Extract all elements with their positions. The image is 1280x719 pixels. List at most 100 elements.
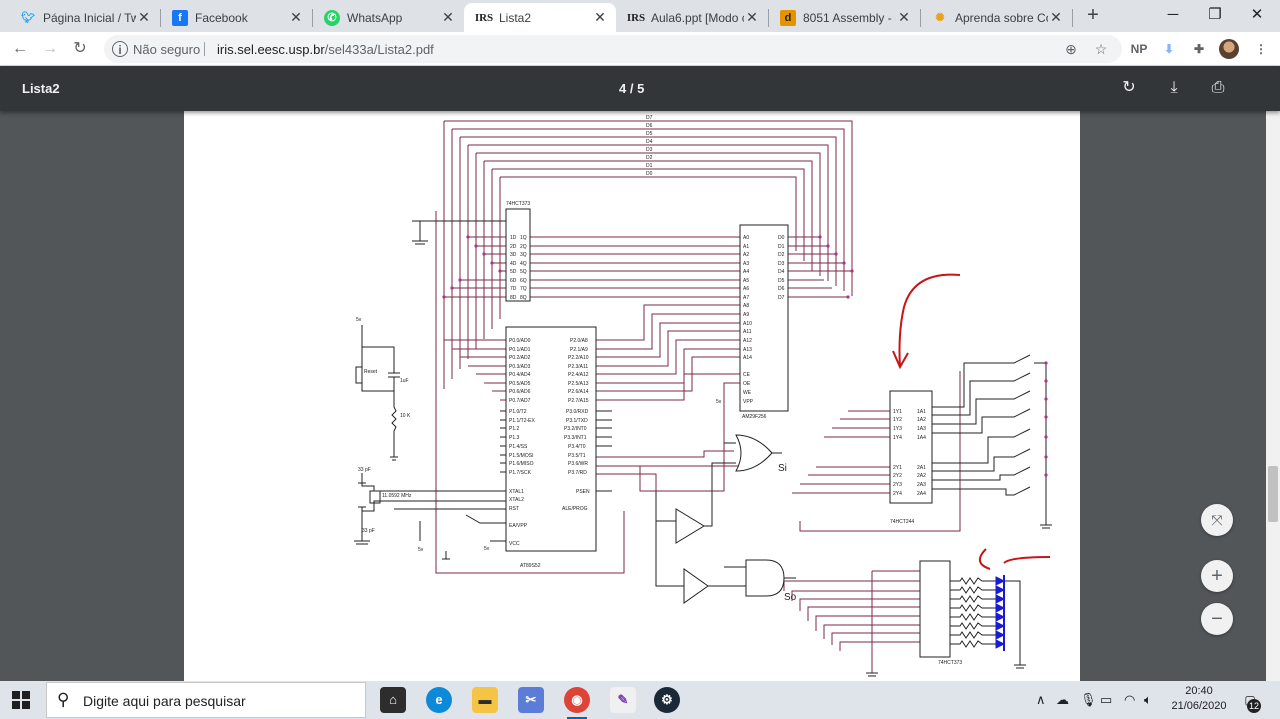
bus-labels: D7 D6 D5 D4 D3 D2 D1 D0 xyxy=(646,115,653,177)
not-secure-label: Não seguro xyxy=(133,42,201,57)
close-icon[interactable]: ✕ xyxy=(136,9,152,26)
close-icon[interactable]: ✕ xyxy=(744,9,760,26)
tab-facebook[interactable]: f Facebook ✕ xyxy=(160,3,312,32)
pin-label: P2.0/A8 xyxy=(570,338,588,344)
edge-icon[interactable]: e xyxy=(426,687,452,713)
pin-label: A9 xyxy=(743,312,749,318)
profile-avatar[interactable] xyxy=(1219,39,1239,59)
pin-label: D7 xyxy=(778,295,785,301)
cloud-icon[interactable]: ☁ xyxy=(1056,692,1069,708)
download-extension-icon[interactable]: ⬇ xyxy=(1158,38,1180,60)
pin-label: A12 xyxy=(743,338,752,344)
res-label: 10 K xyxy=(400,413,411,419)
pin-label: P3.1/TXD xyxy=(566,418,588,424)
pin-label: 2Y4 xyxy=(893,491,902,497)
maximize-button[interactable]: ❐ xyxy=(1192,0,1238,30)
close-icon[interactable]: ✕ xyxy=(896,9,912,26)
pin-label: 1Y3 xyxy=(893,426,902,432)
bus-label: D2 xyxy=(646,155,653,161)
print-icon[interactable]: ⎙ xyxy=(1208,78,1228,98)
input-switches xyxy=(932,354,1047,496)
zoom-out-button[interactable]: − xyxy=(1201,603,1233,635)
menu-kebab-icon[interactable]: ⋮ xyxy=(1250,38,1272,60)
wifi-icon[interactable]: ◠ xyxy=(1124,692,1135,708)
close-icon[interactable]: ✕ xyxy=(440,9,456,26)
battery-icon[interactable]: ▭ xyxy=(1100,692,1112,708)
bus-label: D5 xyxy=(646,131,653,137)
steam-icon[interactable]: ⚙ xyxy=(654,687,680,713)
pin-label: P1.0/T2 xyxy=(509,409,527,415)
np-extension-icon[interactable]: NP xyxy=(1128,38,1150,60)
close-icon[interactable]: ✕ xyxy=(288,9,304,26)
pin-label: P2.3/A11 xyxy=(568,364,588,370)
pin-label: A10 xyxy=(743,321,752,327)
and-gate xyxy=(745,559,785,597)
clock[interactable]: 20:40 21/06/2020 xyxy=(1168,684,1230,714)
new-tab-button[interactable]: + xyxy=(1082,4,1104,26)
tab-whatsapp[interactable]: ✆ WhatsApp ✕ xyxy=(312,3,464,32)
zoom-in-button[interactable]: + xyxy=(1201,560,1233,592)
pin-label: P0.4/AD4 xyxy=(509,372,531,378)
mcu-chip: AT89S52 P0.0/AD0 P0.1/AD1 P0.2/AD2 P0.3/… xyxy=(500,326,612,569)
pin-label: 5Q xyxy=(520,269,527,275)
tab-strip: 🐦︎ Página Inicial / Tw ✕ f Facebook ✕ ✆ … xyxy=(0,0,1280,32)
pin-label: 8Q xyxy=(520,295,527,301)
cap-label: 33 pF xyxy=(358,467,371,473)
pin-label: 3D xyxy=(510,252,517,258)
vcc-label: 5v xyxy=(716,399,722,405)
zoom-icon[interactable]: ⊕ xyxy=(1062,40,1080,58)
pin-label: 6Q xyxy=(520,278,527,284)
store-icon[interactable]: ⌂ xyxy=(380,687,406,713)
pin-label: P0.3/AD3 xyxy=(509,364,531,370)
info-icon[interactable]: i xyxy=(112,41,128,57)
windows-start-icon[interactable] xyxy=(12,691,30,709)
bus-label: D1 xyxy=(646,163,653,169)
address-bar[interactable]: i Não seguro iris.sel.eesc.usp.br/sel433… xyxy=(104,35,1122,63)
fit-page-button[interactable]: ⤧ xyxy=(1201,504,1233,536)
pin-label: A3 xyxy=(743,261,749,267)
forward-button[interactable]: → xyxy=(38,37,62,61)
reload-button[interactable]: ↻ xyxy=(68,37,92,61)
rotate-icon[interactable]: ↻ xyxy=(1119,78,1139,98)
tab-8051[interactable]: d 8051 Assembly - B ✕ xyxy=(768,3,920,32)
pin-label: A6 xyxy=(743,286,749,292)
file-explorer-icon[interactable]: ▬ xyxy=(472,687,498,713)
close-icon[interactable]: ✕ xyxy=(592,9,608,26)
tab-lista2[interactable]: IRS Lista2 ✕ xyxy=(464,3,616,32)
pin-label: 2Y3 xyxy=(893,482,902,488)
and-gate-label: So xyxy=(784,592,797,603)
snipping-tool-icon[interactable]: ✂ xyxy=(518,687,544,713)
page-scrollbar[interactable] xyxy=(1266,66,1280,681)
tab-aula6[interactable]: IRS Aula6.ppt [Modo c ✕ xyxy=(616,3,768,32)
chip-label: 74HCT373 xyxy=(938,660,962,666)
pin-label: A4 xyxy=(743,269,749,275)
microphone-icon[interactable]: 🎙︎ xyxy=(1080,692,1097,708)
tab-twitter[interactable]: 🐦︎ Página Inicial / Tw ✕ xyxy=(8,3,160,32)
minimize-button[interactable]: ─ xyxy=(1150,0,1196,30)
pin-label: 1A3 xyxy=(917,426,926,432)
close-window-button[interactable]: ✕ xyxy=(1234,0,1280,30)
scrollbar-thumb[interactable] xyxy=(1268,466,1278,522)
chrome-icon[interactable]: ◉ xyxy=(564,687,590,719)
paint-icon[interactable]: ✎ xyxy=(610,687,636,713)
back-button[interactable]: ← xyxy=(8,37,32,61)
iris-icon: IRS xyxy=(474,11,494,24)
tab-aprenda[interactable]: ✺ Aprenda sobre Co ✕ xyxy=(920,3,1072,32)
pin-label: D0 xyxy=(778,235,785,241)
volume-icon[interactable]: 🔈︎ xyxy=(1144,692,1152,708)
taskbar-search-input[interactable]: ⚲ Digite aqui para pesquisar xyxy=(46,682,366,718)
browser-toolbar: ← → ↻ i Não seguro iris.sel.eesc.usp.br/… xyxy=(0,32,1280,66)
url-text[interactable]: iris.sel.eesc.usp.br/sel433a/Lista2.pdf xyxy=(217,42,434,57)
pin-label: VPP xyxy=(743,399,754,405)
chevron-up-icon[interactable]: ∧ xyxy=(1036,692,1046,708)
pin-label: P3.0/RXD xyxy=(566,409,589,415)
pin-label: CE xyxy=(743,372,751,378)
bookmark-star-icon[interactable]: ☆ xyxy=(1092,40,1110,58)
puzzle-extensions-icon[interactable]: ✚ xyxy=(1188,38,1210,60)
divider xyxy=(204,42,205,56)
pin-label: 7D xyxy=(510,286,517,292)
tab-title: Lista2 xyxy=(499,10,532,25)
close-icon[interactable]: ✕ xyxy=(1048,9,1064,26)
pin-label: P2.4/A12 xyxy=(568,372,589,378)
download-icon[interactable]: ⤓ xyxy=(1164,78,1184,98)
